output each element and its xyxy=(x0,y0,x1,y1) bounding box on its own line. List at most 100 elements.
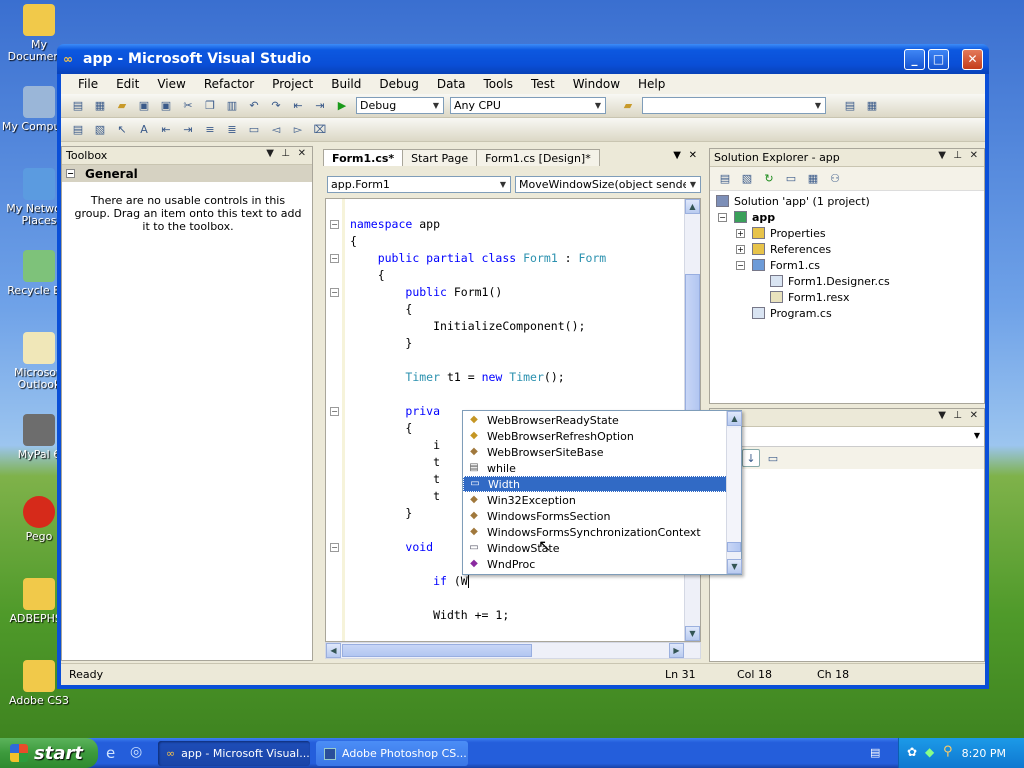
configuration-select[interactable]: Debug ▼ xyxy=(356,97,444,114)
platform-select[interactable]: Any CPU ▼ xyxy=(450,97,606,114)
menu-data[interactable]: Data xyxy=(428,77,475,91)
menu-test[interactable]: Test xyxy=(522,77,564,91)
quick-info-icon[interactable]: ↖ xyxy=(113,121,131,139)
search-icon[interactable]: ⚲ xyxy=(943,744,953,759)
tree-node[interactable]: Form1.Designer.cs xyxy=(710,273,984,289)
tree-node[interactable]: + References xyxy=(710,241,984,257)
editor-tab[interactable]: Form1.cs [Design]* xyxy=(476,149,600,166)
menu-help[interactable]: Help xyxy=(629,77,674,91)
task-visual-studio[interactable]: ∞ app - Microsoft Visual... xyxy=(158,741,310,766)
tree-node[interactable]: + Properties xyxy=(710,225,984,241)
tree-node[interactable]: Program.cs xyxy=(710,305,984,321)
scroll-up-icon[interactable]: ▲ xyxy=(727,411,742,426)
maximize-button[interactable]: □ xyxy=(928,49,949,70)
collapse-icon[interactable]: − xyxy=(330,288,339,297)
properties-icon[interactable]: ▤ xyxy=(716,170,734,188)
collapse-icon[interactable]: − xyxy=(736,260,745,270)
menu-debug[interactable]: Debug xyxy=(370,77,427,91)
keyboard-icon[interactable]: ▤ xyxy=(870,746,880,759)
menu-edit[interactable]: Edit xyxy=(107,77,148,91)
title-bar[interactable]: ∞ app - Microsoft Visual Studio _ □ ✕ xyxy=(57,44,989,74)
save-all-icon[interactable]: ▣ xyxy=(157,97,175,115)
save-icon[interactable]: ▣ xyxy=(135,97,153,115)
next-bookmark-icon[interactable]: ▻ xyxy=(289,121,307,139)
scroll-left-icon[interactable]: ◀ xyxy=(326,643,341,658)
clear-bookmarks-icon[interactable]: ⌧ xyxy=(311,121,329,139)
cut-icon[interactable]: ✂ xyxy=(179,97,197,115)
uncomment-icon[interactable]: ≣ xyxy=(223,121,241,139)
scroll-down-icon[interactable]: ▼ xyxy=(685,626,700,641)
complete-word-icon[interactable]: A xyxy=(135,121,153,139)
scroll-down-icon[interactable]: ▼ xyxy=(727,559,742,574)
class-diagram-icon[interactable]: ⚇ xyxy=(826,170,844,188)
collapse-icon[interactable]: − xyxy=(330,220,339,229)
paste-icon[interactable]: ▥ xyxy=(223,97,241,115)
dropdown-arrow-icon[interactable]: ▼ xyxy=(938,150,946,161)
intellisense-item[interactable]: ◆ WindowsFormsSection xyxy=(463,508,727,524)
minimize-button[interactable]: _ xyxy=(904,49,925,70)
collapse-icon[interactable]: − xyxy=(330,254,339,263)
intellisense-scrollbar[interactable]: ▲ ▼ xyxy=(726,411,742,574)
tree-node[interactable]: Form1.resx xyxy=(710,289,984,305)
expand-icon[interactable]: + xyxy=(736,244,745,254)
menu-file[interactable]: File xyxy=(69,77,107,91)
menu-tools[interactable]: Tools xyxy=(474,77,522,91)
editor-tab[interactable]: Start Page xyxy=(402,149,478,166)
intellisense-item[interactable]: ▭ WindowState xyxy=(463,540,727,556)
tree-node[interactable]: − app xyxy=(710,209,984,225)
decrease-indent-icon[interactable]: ⇤ xyxy=(157,121,175,139)
properties-object-select[interactable]: ▼ xyxy=(710,427,984,447)
pin-icon[interactable]: ⊥ xyxy=(953,150,962,161)
menu-view[interactable]: View xyxy=(148,77,194,91)
intellisense-list[interactable]: ◆ WebBrowserReadyState ◆ WebBrowserRefreshO… xyxy=(462,410,742,575)
find-combo[interactable]: ▼ xyxy=(642,97,826,114)
intellisense-item[interactable]: ◆ WindowsFormsSynchronizationContext xyxy=(463,524,727,540)
copy-icon[interactable]: ❐ xyxy=(201,97,219,115)
undo-icon[interactable]: ↶ xyxy=(245,97,263,115)
internet-explorer-icon[interactable]: e xyxy=(106,744,115,762)
intellisense-item[interactable]: ▭ Width xyxy=(463,476,727,492)
tree-node[interactable]: Solution 'app' (1 project) xyxy=(710,193,984,209)
navigate-back-icon[interactable]: ⇤ xyxy=(289,97,307,115)
scroll-up-icon[interactable]: ▲ xyxy=(685,199,700,214)
find-in-files-icon[interactable]: ▰ xyxy=(619,97,637,115)
close-icon[interactable]: ✕ xyxy=(970,410,978,421)
menu-refactor[interactable]: Refactor xyxy=(195,77,263,91)
menu-build[interactable]: Build xyxy=(322,77,370,91)
expand-icon[interactable]: + xyxy=(736,228,745,238)
dropdown-arrow-icon[interactable]: ▼ xyxy=(673,150,681,161)
hscroll-thumb[interactable] xyxy=(342,644,532,657)
dropdown-arrow-icon[interactable]: ▼ xyxy=(938,410,946,421)
view-designer-icon[interactable]: ▦ xyxy=(804,170,822,188)
scroll-thumb[interactable] xyxy=(727,542,741,552)
class-select[interactable]: app.Form1 ▼ xyxy=(327,176,511,193)
pin-icon[interactable]: ⊥ xyxy=(281,148,290,159)
member-list-icon[interactable]: ▤ xyxy=(69,121,87,139)
close-icon[interactable]: ✕ xyxy=(298,148,306,159)
add-item-icon[interactable]: ▦ xyxy=(91,97,109,115)
editor-tab[interactable]: Form1.cs* xyxy=(323,149,404,166)
refresh-icon[interactable]: ↻ xyxy=(760,170,778,188)
intellisense-item[interactable]: ◆ WndProc xyxy=(463,556,727,572)
intellisense-item[interactable]: ◆ WebBrowserSiteBase xyxy=(463,444,727,460)
scroll-track[interactable] xyxy=(727,428,741,542)
task-photoshop[interactable]: Adobe Photoshop CS... xyxy=(316,741,468,766)
navigate-forward-icon[interactable]: ⇥ xyxy=(311,97,329,115)
open-file-icon[interactable]: ▰ xyxy=(113,97,131,115)
scroll-thumb[interactable] xyxy=(685,274,700,414)
tray-app-icon[interactable]: ✿ xyxy=(907,745,917,759)
close-icon[interactable]: ✕ xyxy=(970,150,978,161)
menu-window[interactable]: Window xyxy=(564,77,629,91)
member-select[interactable]: MoveWindowSize(object sende ▼ xyxy=(515,176,701,193)
quicklaunch-icon[interactable]: ◎ xyxy=(130,744,142,760)
comment-icon[interactable]: ≡ xyxy=(201,121,219,139)
solution-explorer-icon[interactable]: ▤ xyxy=(841,97,859,115)
toolbox-group-general[interactable]: − General xyxy=(62,165,312,182)
start-debugging-icon[interactable]: ▶ xyxy=(333,97,351,115)
close-button[interactable]: ✕ xyxy=(962,49,983,70)
close-tab-icon[interactable]: ✕ xyxy=(689,150,697,161)
intellisense-item[interactable]: ▤ while xyxy=(463,460,727,476)
view-code-icon[interactable]: ▭ xyxy=(782,170,800,188)
dropdown-arrow-icon[interactable]: ▼ xyxy=(266,148,274,159)
intellisense-item[interactable]: ◆ WebBrowserRefreshOption xyxy=(463,428,727,444)
